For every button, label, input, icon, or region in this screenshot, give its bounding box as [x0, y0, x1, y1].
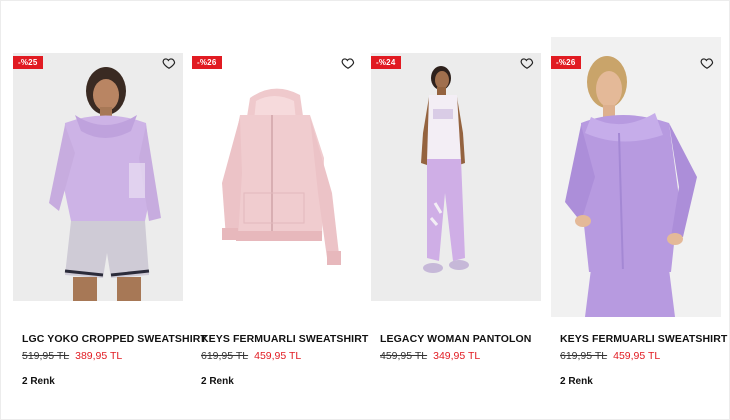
sale-price: 389,95 TL [75, 350, 123, 362]
product-card[interactable]: -%24 LEGACY WOMAN PANTOLON 459,95 TL 349,… [371, 53, 541, 398]
product-card[interactable]: -%26 KEYS FERMUARLI SWEATSHIRT 619,95 TL… [192, 53, 368, 398]
sale-price: 459,95 TL [613, 350, 661, 362]
product-name[interactable]: LEGACY WOMAN PANTOLON [380, 333, 531, 345]
discount-badge: -%26 [192, 56, 223, 69]
heart-outline-icon[interactable] [162, 56, 176, 70]
product-name[interactable]: LGC YOKO CROPPED SWEATSHIRT [22, 333, 207, 345]
color-count: 2 Renk [22, 376, 55, 387]
heart-outline-icon[interactable] [341, 56, 355, 70]
old-price: 619,95 TL [560, 350, 608, 362]
old-price: 519,95 TL [22, 350, 70, 362]
color-count: 2 Renk [560, 376, 593, 387]
product-name[interactable]: KEYS FERMUARLI SWEATSHIRT [201, 333, 368, 345]
sale-price: 349,95 TL [433, 350, 481, 362]
sale-price: 459,95 TL [254, 350, 302, 362]
price-row: 519,95 TL 389,95 TL [22, 350, 122, 362]
product-photo-graphic [192, 53, 362, 301]
product-name[interactable]: KEYS FERMUARLI SWEATSHIRT [560, 333, 727, 345]
price-row: 619,95 TL 459,95 TL [201, 350, 301, 362]
discount-badge: -%25 [13, 56, 44, 69]
product-photo-graphic [371, 53, 541, 301]
discount-badge: -%26 [551, 56, 582, 69]
product-image[interactable]: -%24 [371, 53, 541, 301]
price-row: 459,95 TL 349,95 TL [380, 350, 480, 362]
product-photo-graphic [551, 37, 721, 317]
product-photo-graphic [13, 53, 183, 301]
product-image[interactable]: -%25 [13, 53, 183, 301]
price-row: 619,95 TL 459,95 TL [560, 350, 660, 362]
product-image[interactable]: -%26 [551, 37, 721, 317]
discount-badge: -%24 [371, 56, 402, 69]
color-count: 2 Renk [201, 376, 234, 387]
heart-outline-icon[interactable] [520, 56, 534, 70]
heart-outline-icon[interactable] [700, 56, 714, 70]
old-price: 619,95 TL [201, 350, 249, 362]
product-card[interactable]: -%25 LGC YOKO CROPPED SWEATSHIRT 519,95 … [13, 53, 207, 398]
product-image[interactable]: -%26 [192, 53, 362, 301]
old-price: 459,95 TL [380, 350, 428, 362]
product-card[interactable]: -%26 KEYS FERMUARLI SWEATSHIRT 619,95 TL… [551, 37, 727, 398]
